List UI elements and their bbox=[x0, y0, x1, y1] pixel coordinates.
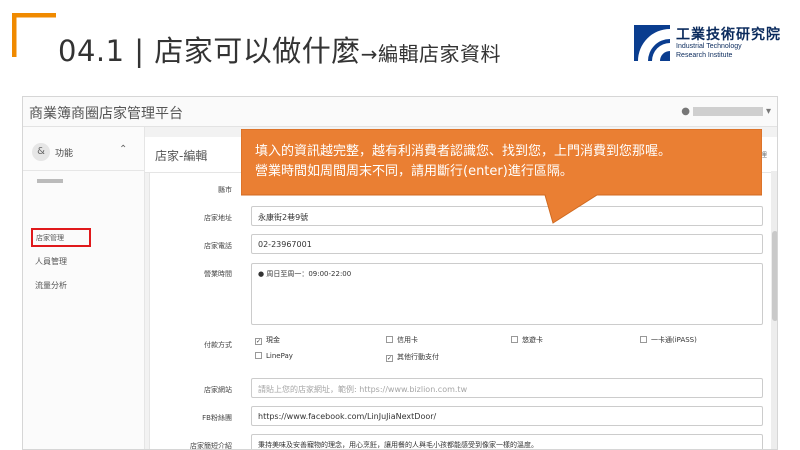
payment-option-cash[interactable]: ✓ 現金 bbox=[255, 335, 280, 345]
intro-label: 店家簡短介紹 bbox=[190, 442, 232, 450]
logo-english: Industrial Technology Research Institute bbox=[676, 42, 742, 60]
slide-title: 04.1 | 店家可以做什麼→編輯店家資料 bbox=[58, 28, 501, 70]
sidebar-item-store-management[interactable]: 店家管理 bbox=[31, 228, 91, 247]
payment-option-label: LinePay bbox=[266, 352, 293, 360]
callout-text: 填入的資訊越完整，越有利消費者認識您、找到您，上門消費到您那喔。 營業時間如周間… bbox=[255, 142, 755, 182]
payment-option-label: 一卡通(iPASS) bbox=[651, 336, 697, 344]
itri-logo: 工業技術研究院 Industrial Technology Research I… bbox=[634, 22, 794, 66]
region-label: 縣市 bbox=[218, 186, 232, 194]
sidebar: & 功能 ⌃ 店家管理 人員管理 流量分析 bbox=[23, 127, 145, 449]
payment-option-linepay[interactable]: LinePay bbox=[255, 352, 293, 360]
hours-textarea[interactable]: ● 周日至周一：09:00-22:00 bbox=[251, 263, 763, 325]
callout-line1: 填入的資訊越完整，越有利消費者認識您、找到您，上門消費到您那喔。 bbox=[255, 144, 672, 159]
hours-label: 營業時間 bbox=[204, 270, 232, 278]
sidebar-item-traffic-analysis[interactable]: 流量分析 bbox=[35, 280, 67, 291]
logo-english-line1: Industrial Technology bbox=[676, 43, 742, 50]
sidebar-item-staff-management[interactable]: 人員管理 bbox=[35, 256, 67, 267]
scrollbar[interactable] bbox=[771, 171, 777, 449]
website-label: 店家網站 bbox=[204, 386, 232, 394]
fb-input[interactable]: https://www.facebook.com/LinJuJiaNextDoo… bbox=[251, 406, 763, 426]
payment-option-easycard[interactable]: 悠遊卡 bbox=[511, 335, 543, 345]
sidebar-redacted-text bbox=[37, 179, 63, 183]
slide-title-main: 04.1 | 店家可以做什麼 bbox=[58, 34, 361, 68]
slide-title-sub: →編輯店家資料 bbox=[360, 42, 502, 66]
checkbox-empty-icon bbox=[386, 336, 393, 343]
logo-english-line2: Research Institute bbox=[676, 52, 733, 59]
logo-name: 工業技術研究院 bbox=[676, 27, 781, 43]
payment-option-label: 現金 bbox=[266, 336, 280, 344]
payment-option-label: 悠遊卡 bbox=[522, 336, 543, 344]
payment-option-credit-card[interactable]: 信用卡 bbox=[386, 335, 418, 345]
slide-header: 04.1 | 店家可以做什麼→編輯店家資料 工業技術研究院 Industrial… bbox=[0, 0, 800, 88]
payment-option-label: 其他行動支付 bbox=[397, 353, 439, 361]
scrollbar-thumb[interactable] bbox=[772, 231, 777, 321]
person-icon: ● bbox=[681, 106, 690, 117]
checkbox-checked-icon: ✓ bbox=[386, 355, 393, 362]
payment-option-other-mobile[interactable]: ✓ 其他行動支付 bbox=[386, 352, 439, 362]
user-name-redacted bbox=[692, 106, 763, 116]
payment-option-label: 信用卡 bbox=[397, 336, 418, 344]
website-input[interactable]: 請貼上您的店家網址，範例: https://www.bizlion.com.tw bbox=[251, 378, 763, 398]
address-label: 店家地址 bbox=[204, 214, 232, 222]
callout-box: 填入的資訊越完整，越有利消費者認識您、找到您，上門消費到您那喔。 營業時間如周間… bbox=[241, 129, 762, 225]
checkbox-empty-icon bbox=[255, 352, 262, 359]
user-caret-icon: ▾ bbox=[765, 106, 771, 117]
phone-label: 店家電話 bbox=[204, 242, 232, 250]
payment-option-ipass[interactable]: 一卡通(iPASS) bbox=[640, 335, 697, 345]
intro-input[interactable]: 秉持美味及安善寵物的理念，用心烹飪，讓用餐的人與毛小孩都能感受到像家一樣的溫度。 bbox=[251, 434, 763, 449]
user-menu[interactable]: ● ▾ bbox=[681, 106, 771, 117]
app-topbar: 商業簿商圈店家管理平台 ● ▾ bbox=[23, 97, 777, 127]
checkbox-checked-icon: ✓ bbox=[255, 338, 262, 345]
page-title: 店家-編輯 bbox=[155, 149, 208, 163]
checkbox-empty-icon bbox=[511, 336, 518, 343]
itri-logo-icon bbox=[634, 25, 670, 61]
sidebar-function-header[interactable]: & 功能 ⌃ bbox=[23, 137, 145, 171]
sidebar-function-label: 功能 bbox=[55, 149, 74, 159]
platform-title: 商業簿商圈店家管理平台 bbox=[29, 106, 183, 122]
fb-label: FB粉絲團 bbox=[202, 414, 232, 422]
payment-label: 付款方式 bbox=[204, 341, 232, 349]
bracket-mark-icon bbox=[12, 13, 56, 57]
phone-input[interactable]: 02-23967001 bbox=[251, 234, 763, 254]
checkbox-empty-icon bbox=[640, 336, 647, 343]
callout-line2: 營業時間如周間周末不同，請用斷行(enter)進行區隔。 bbox=[255, 164, 573, 179]
chevron-up-icon[interactable]: ⌃ bbox=[119, 144, 127, 155]
ampersand-icon: & bbox=[32, 143, 50, 161]
